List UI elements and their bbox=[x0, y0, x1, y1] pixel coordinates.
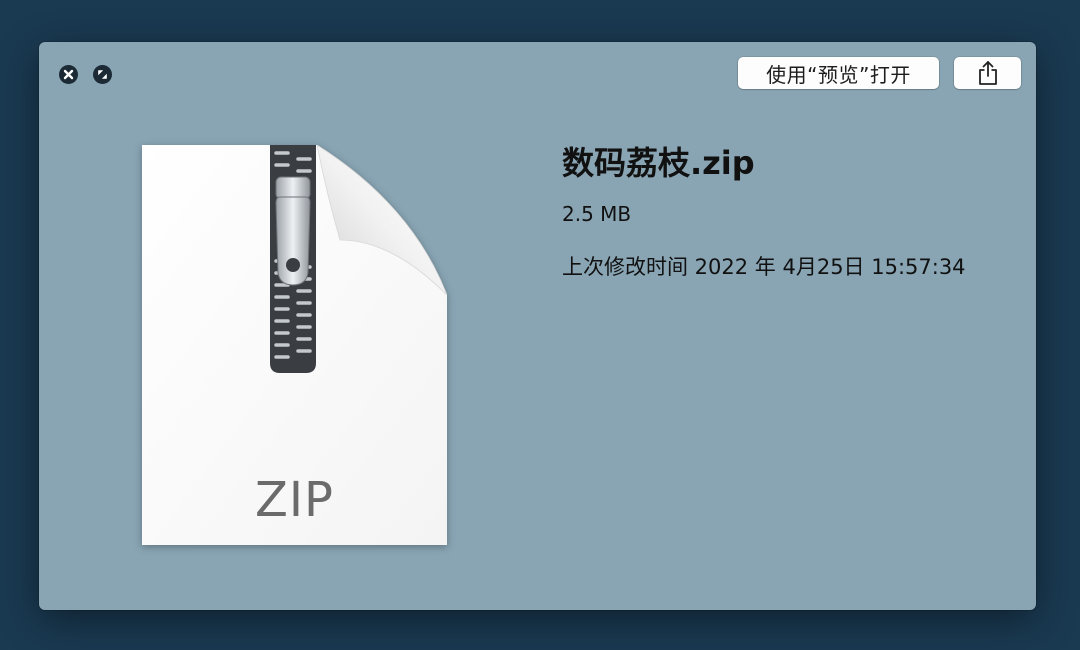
fullscreen-button[interactable] bbox=[93, 65, 112, 84]
close-button[interactable] bbox=[59, 65, 78, 84]
open-with-preview-button[interactable]: 使用“预览”打开 bbox=[738, 57, 939, 89]
file-size: 2.5 MB bbox=[562, 202, 632, 226]
open-with-preview-label: 使用“预览”打开 bbox=[766, 62, 911, 87]
close-icon bbox=[63, 69, 74, 80]
file-modified-date: 上次修改时间 2022 年 4月25日 15:57:34 bbox=[562, 255, 966, 279]
quicklook-window: 使用“预览”打开 ZIP 数码荔枝.zip 2.5 MB 上次修改时间 2022… bbox=[39, 42, 1036, 610]
file-name: 数码荔枝.zip bbox=[562, 144, 755, 182]
file-type-label: ZIP bbox=[255, 472, 334, 528]
share-button[interactable] bbox=[954, 57, 1021, 89]
fullscreen-icon bbox=[98, 70, 107, 79]
share-icon bbox=[978, 61, 997, 85]
